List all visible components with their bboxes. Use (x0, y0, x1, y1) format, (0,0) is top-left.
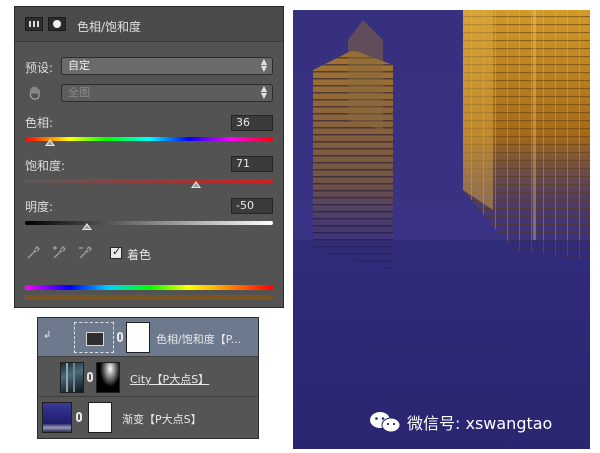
preset-label: 预设: (25, 61, 54, 75)
panel-title: 色相/饱和度 (77, 20, 142, 34)
panel-header: 色相/饱和度 (15, 7, 283, 42)
layers-panel: ↲ 色相/饱和度【P... City【P大点S】 渐变【P大点S】 (37, 317, 259, 439)
wechat-icon (370, 412, 401, 433)
hand-icon[interactable] (27, 85, 43, 101)
eyedropper-plus-icon[interactable] (51, 245, 67, 261)
hue-slider-track[interactable] (25, 137, 273, 141)
link-icon[interactable] (117, 332, 123, 342)
layer-name[interactable]: 渐变【P大点S】 (122, 411, 202, 427)
preset-value: 自定 (68, 59, 90, 72)
colorize-label: 着色 (127, 248, 152, 262)
mask-icon[interactable] (48, 17, 66, 31)
city-photo (293, 10, 590, 449)
saturation-slider-track[interactable] (25, 179, 273, 183)
adjustment-icon (86, 332, 104, 346)
lightness-label: 明度: (25, 200, 54, 214)
document-canvas[interactable]: 微信号: xswangtao (293, 10, 590, 449)
layer-row-gradient[interactable]: 渐变【P大点S】 (38, 398, 258, 437)
adjustment-icon[interactable] (25, 17, 43, 31)
channel-select[interactable]: 全图 ▲ ▼ (61, 84, 273, 102)
city-layer-thumbnail[interactable] (60, 362, 84, 393)
chevron-updown-icon: ▲ ▼ (260, 57, 267, 73)
chevron-updown-icon: ▲ ▼ (260, 84, 267, 100)
layer-row-hue-saturation[interactable]: ↲ 色相/饱和度【P... (38, 318, 258, 357)
watermark-text: 微信号: xswangtao (407, 414, 553, 433)
properties-panel: 色相/饱和度 预设: 自定 ▲ ▼ 全图 ▲ ▼ 色相: 36 饱和度: 71 明度… (14, 6, 284, 308)
result-color-bar (25, 295, 273, 300)
link-icon[interactable] (76, 412, 82, 422)
hue-slider-thumb[interactable] (44, 139, 55, 146)
layer-row-city[interactable]: City【P大点S】 (38, 358, 258, 397)
layer-mask-thumbnail[interactable] (126, 322, 150, 353)
preset-select[interactable]: 自定 ▲ ▼ (61, 57, 273, 75)
saturation-slider-thumb[interactable] (191, 181, 202, 188)
adjustment-layer-thumbnail[interactable] (74, 322, 114, 353)
lightness-slider-thumb[interactable] (82, 223, 92, 230)
source-spectrum-bar (25, 285, 273, 290)
hue-input[interactable]: 36 (231, 115, 273, 131)
eyedropper-icon[interactable] (25, 245, 41, 261)
link-icon[interactable] (87, 372, 93, 382)
channel-value: 全图 (68, 86, 90, 99)
layer-name[interactable]: City【P大点S】 (130, 371, 209, 387)
layer-mask-thumbnail[interactable] (88, 402, 112, 433)
layer-mask-thumbnail[interactable] (96, 362, 120, 393)
lightness-input[interactable]: -50 (231, 198, 273, 214)
colorize-checkbox[interactable] (110, 245, 122, 259)
layer-name[interactable]: 色相/饱和度【P... (156, 331, 241, 347)
saturation-input[interactable]: 71 (231, 156, 273, 172)
hue-label: 色相: (25, 116, 54, 130)
lightness-slider-track[interactable] (25, 221, 273, 225)
saturation-label: 饱和度: (25, 159, 66, 173)
eyedropper-minus-icon[interactable] (77, 245, 93, 261)
gradient-layer-thumbnail[interactable] (42, 402, 72, 433)
clip-arrow-icon: ↲ (43, 330, 52, 341)
